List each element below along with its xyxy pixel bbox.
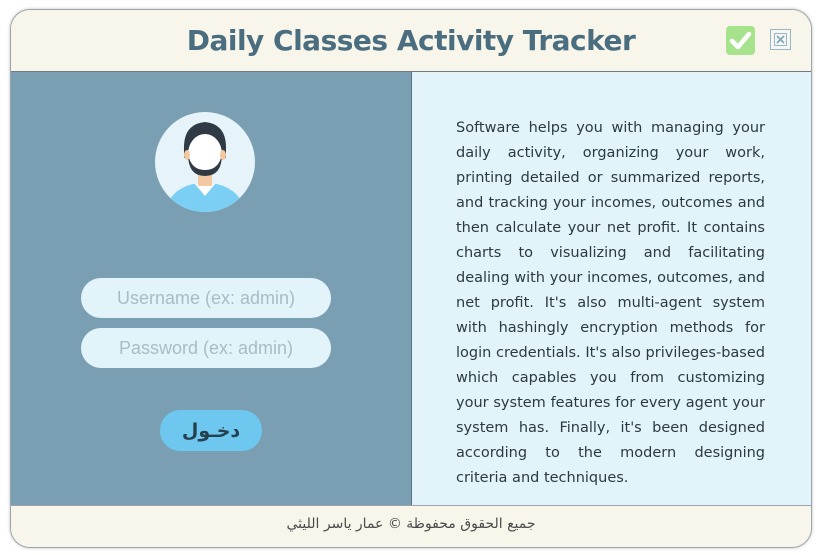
user-avatar-icon xyxy=(155,112,255,212)
info-panel: Software helps you with managing your da… xyxy=(412,72,811,505)
close-button[interactable] xyxy=(770,29,791,50)
app-description: Software helps you with managing your da… xyxy=(456,120,765,486)
title-bar: Daily Classes Activity Tracker xyxy=(11,10,811,72)
footer-bar: جميع الحقوق محفوظة © عمار ياسر الليثي xyxy=(11,505,811,547)
login-panel: دخـول xyxy=(11,72,412,505)
checkmark-icon xyxy=(729,31,752,50)
confirm-button[interactable] xyxy=(726,26,755,55)
app-window: Daily Classes Activity Tracker Username … xyxy=(10,9,812,548)
login-button[interactable]: دخـول xyxy=(160,410,262,451)
password-input[interactable] xyxy=(81,328,331,368)
username-input[interactable] xyxy=(81,278,331,318)
copyright-text: جميع الحقوق محفوظة © عمار ياسر الليثي xyxy=(286,516,536,532)
close-icon xyxy=(774,33,787,46)
window-title: Daily Classes Activity Tracker xyxy=(186,24,636,57)
